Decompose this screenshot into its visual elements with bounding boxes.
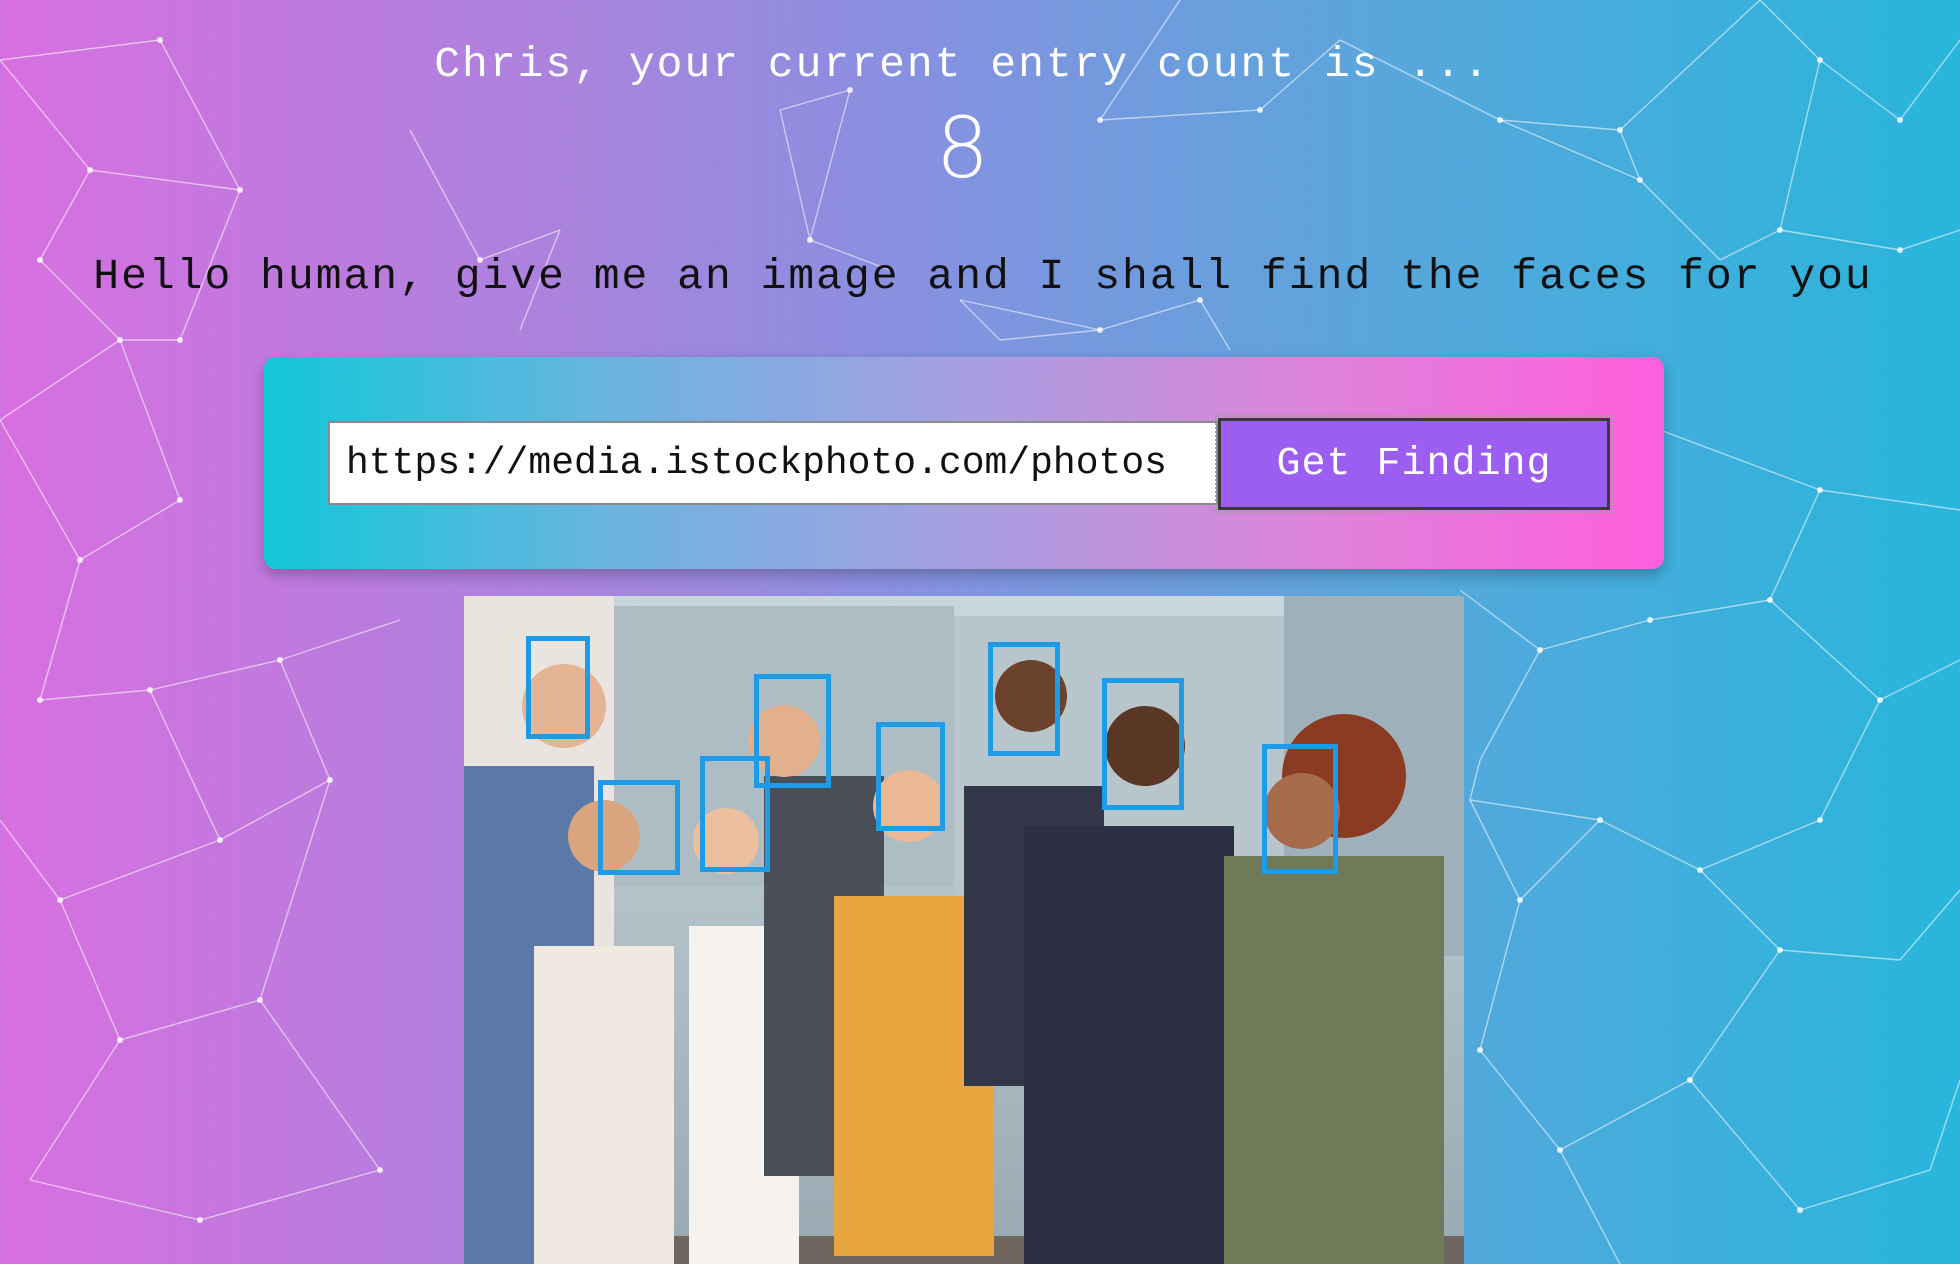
instruction-text: Hello human, give me an image and I shal… bbox=[93, 252, 1873, 301]
result-image-container bbox=[464, 596, 1464, 1264]
face-box bbox=[1102, 678, 1184, 810]
entry-count-value: 8 bbox=[935, 99, 990, 197]
face-box bbox=[988, 642, 1060, 756]
result-photo bbox=[464, 596, 1464, 1264]
image-url-input[interactable] bbox=[328, 421, 1218, 505]
entry-count-greeting: Chris, your current entry count is ... bbox=[434, 40, 1491, 89]
image-url-form: Get Finding bbox=[264, 357, 1664, 569]
face-box bbox=[598, 780, 680, 875]
face-box bbox=[526, 636, 590, 739]
face-box bbox=[754, 674, 831, 788]
face-box bbox=[876, 722, 945, 831]
get-finding-button[interactable]: Get Finding bbox=[1215, 415, 1613, 513]
face-box bbox=[1262, 744, 1338, 874]
